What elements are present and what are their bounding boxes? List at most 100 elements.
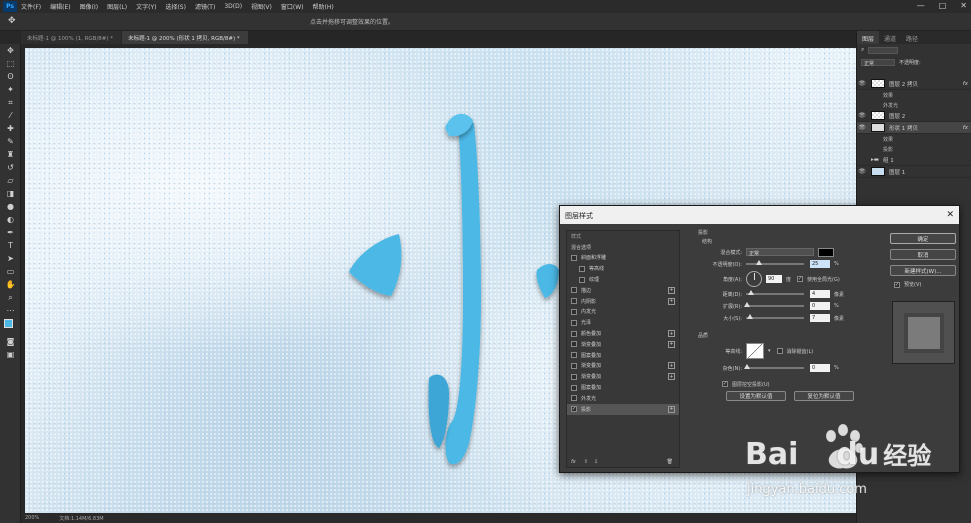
style-item[interactable]: 等高线 — [567, 263, 679, 274]
menu-filter[interactable]: 滤镜(T) — [195, 2, 215, 11]
fx-icon[interactable]: fx — [963, 125, 968, 131]
layer-item-selected[interactable]: 👁 形状 1 拷贝 fx — [857, 122, 971, 134]
shape-tool-icon[interactable]: ▭ — [0, 265, 21, 278]
reset-default-button[interactable]: 复位为默认值 — [794, 391, 854, 401]
hand-tool-icon[interactable]: ✋ — [0, 278, 21, 291]
minimize-button[interactable]: — — [917, 1, 925, 10]
eye-icon[interactable]: 👁 — [857, 112, 867, 119]
style-item[interactable]: 图案叠加 — [567, 382, 679, 393]
menu-help[interactable]: 帮助(H) — [313, 2, 334, 11]
tab-layers[interactable]: 图层 — [857, 31, 880, 44]
style-item[interactable]: 光泽 — [567, 317, 679, 328]
eye-icon[interactable]: 👁 — [857, 124, 867, 131]
style-checkbox[interactable] — [571, 330, 577, 337]
style-checkbox-checked[interactable]: ✓ — [571, 406, 577, 413]
style-checkbox[interactable] — [579, 276, 585, 283]
shadow-color-swatch[interactable] — [818, 247, 834, 257]
menu-window[interactable]: 窗口(W) — [281, 2, 304, 11]
style-checkbox[interactable] — [571, 308, 577, 315]
layer-effect-row[interactable]: 外发光 — [857, 100, 971, 110]
eye-icon[interactable]: 👁 — [857, 168, 867, 175]
style-item[interactable]: 渐变叠加 + — [567, 361, 679, 372]
marquee-tool-icon[interactable]: ⬚ — [0, 57, 21, 70]
spread-slider[interactable] — [744, 302, 804, 307]
fx-icon[interactable]: fx — [571, 459, 576, 465]
tab-document-2[interactable]: 未标题-1 @ 200% (形状 1 拷贝, RGB/8#) * — [122, 31, 248, 44]
contour-picker[interactable] — [746, 343, 764, 359]
magic-wand-icon[interactable]: ✦ — [0, 83, 21, 96]
style-checkbox[interactable] — [571, 384, 577, 391]
brush-tool-icon[interactable]: ✎ — [0, 135, 21, 148]
knockout-checkbox[interactable]: ✓ — [722, 381, 728, 387]
move-down-icon[interactable]: ⇩ — [594, 459, 598, 465]
style-item[interactable]: 颜色叠加 + — [567, 328, 679, 339]
move-up-icon[interactable]: ⇧ — [584, 459, 588, 465]
fx-icon[interactable]: fx — [963, 81, 968, 87]
noise-slider[interactable] — [744, 364, 804, 369]
dodge-tool-icon[interactable]: ◐ — [0, 213, 21, 226]
close-icon[interactable]: ✕ — [946, 211, 954, 220]
tab-channels[interactable]: 通道 — [879, 31, 901, 44]
move-tool-icon[interactable]: ✥ — [0, 44, 21, 57]
menu-view[interactable]: 视图(V) — [251, 2, 272, 11]
foreground-color-swatch[interactable] — [4, 319, 13, 328]
slider-knob[interactable] — [756, 260, 762, 265]
close-button[interactable]: ✕ — [960, 1, 967, 10]
angle-dial[interactable] — [746, 271, 762, 287]
cancel-button[interactable]: 取消 — [890, 249, 956, 260]
style-item[interactable]: 描边 + — [567, 285, 679, 296]
antialias-checkbox[interactable] — [776, 348, 783, 354]
menu-image[interactable]: 图像(I) — [80, 2, 98, 11]
layer-group[interactable]: ▸▬ 组 1 — [857, 154, 971, 166]
style-checkbox[interactable] — [571, 362, 577, 369]
blur-tool-icon[interactable]: ● — [0, 200, 21, 213]
tab-document-1[interactable]: 未标题-1 @ 100% (1, RGB/8#) * — [21, 31, 122, 44]
style-item-drop-shadow[interactable]: ✓ 投影 + — [567, 403, 679, 415]
add-icon[interactable]: + — [668, 373, 675, 381]
distance-slider[interactable] — [746, 290, 804, 295]
healing-brush-icon[interactable]: ✚ — [0, 122, 21, 135]
filter-kind-select[interactable] — [868, 46, 899, 54]
stamp-tool-icon[interactable]: ♜ — [0, 148, 21, 161]
new-style-button[interactable]: 新建样式(W)... — [890, 265, 956, 276]
path-select-icon[interactable]: ➤ — [0, 252, 21, 265]
add-icon[interactable]: + — [668, 340, 675, 348]
style-checkbox[interactable] — [571, 341, 577, 348]
style-checkbox[interactable] — [579, 265, 585, 272]
opacity-value[interactable]: 25 — [810, 260, 830, 268]
style-item[interactable]: 斜面和浮雕 — [567, 253, 679, 264]
style-item[interactable]: 内发光 — [567, 307, 679, 318]
eraser-icon[interactable]: ▱ — [0, 174, 21, 187]
style-checkbox[interactable] — [571, 287, 577, 294]
menu-type[interactable]: 文字(Y) — [136, 2, 156, 11]
global-light-checkbox[interactable]: ✓ — [797, 276, 804, 282]
zoom-tool-icon[interactable]: ⌕ — [0, 291, 21, 304]
style-item[interactable]: 渐变叠加 + — [567, 339, 679, 350]
menu-edit[interactable]: 编辑(E) — [50, 2, 70, 11]
pen-tool-icon[interactable]: ✒ — [0, 226, 21, 239]
blend-options-item[interactable]: 混合选项 — [567, 242, 679, 253]
style-checkbox[interactable] — [571, 254, 577, 261]
add-icon[interactable]: + — [668, 405, 675, 413]
screen-mode-icon[interactable]: ▣ — [0, 348, 21, 361]
quick-mask-icon[interactable]: ◙ — [0, 335, 21, 348]
menu-select[interactable]: 选择(S) — [165, 2, 186, 11]
gradient-tool-icon[interactable]: ◨ — [0, 187, 21, 200]
move-tool-icon[interactable]: ✥ — [8, 16, 16, 26]
zoom-level[interactable]: 200% — [25, 515, 39, 521]
slider-knob[interactable] — [747, 314, 753, 319]
layer-item[interactable]: 👁 图层 2 — [857, 110, 971, 122]
crop-tool-icon[interactable]: ⌗ — [0, 96, 21, 109]
style-item[interactable]: 纹理 — [567, 274, 679, 285]
layer-item[interactable]: 👁 图层 2 拷贝 fx — [857, 78, 971, 90]
style-checkbox[interactable] — [571, 319, 577, 326]
add-icon[interactable]: + — [668, 330, 675, 338]
layer-blend-mode[interactable]: 正常 — [861, 58, 895, 67]
menu-3d[interactable]: 3D(D) — [224, 3, 242, 10]
add-icon[interactable]: + — [668, 297, 675, 305]
type-tool-icon[interactable]: T — [0, 239, 21, 252]
eye-icon[interactable]: 👁 — [857, 80, 867, 87]
slider-knob[interactable] — [744, 364, 750, 369]
eyedropper-icon[interactable]: ⁄ — [0, 109, 21, 122]
maximize-button[interactable]: □ — [939, 1, 947, 10]
